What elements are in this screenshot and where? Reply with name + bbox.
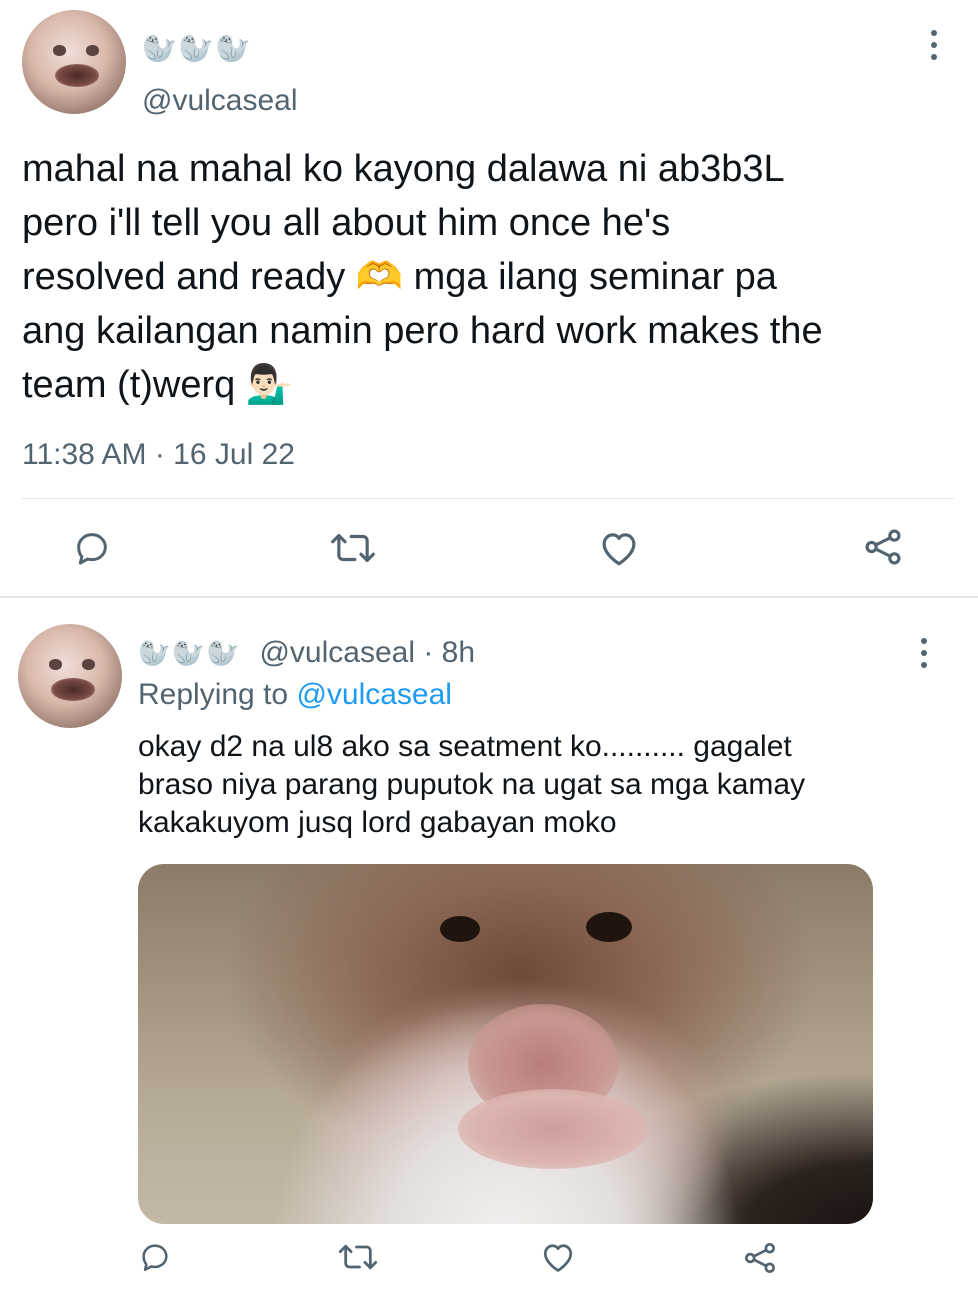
avatar-eye xyxy=(86,45,99,56)
avatar[interactable] xyxy=(22,10,126,114)
reply-header: 🦭🦭🦭 @vulcaseal · 8h xyxy=(138,636,475,670)
avatar-eye xyxy=(53,45,66,56)
reply-display-name[interactable]: 🦭🦭🦭 xyxy=(138,638,241,668)
hamster-eye xyxy=(586,912,632,942)
share-icon[interactable] xyxy=(862,526,904,568)
replying-to: Replying to @vulcaseal xyxy=(138,678,452,712)
more-options-icon[interactable] xyxy=(928,30,940,60)
hamster-photo[interactable] xyxy=(138,864,873,1224)
retweet-icon[interactable] xyxy=(330,528,376,568)
username-handle[interactable]: @vulcaseal xyxy=(142,84,298,118)
avatar-mouth xyxy=(51,678,95,701)
replying-to-label: Replying to xyxy=(138,678,297,711)
tweet-text: mahal na mahal ko kayong dalawa ni ab3b3… xyxy=(22,148,823,406)
hamster-mouth xyxy=(458,1089,648,1169)
reply-text-line: kakakuyom jusq lord gabayan moko xyxy=(138,806,617,839)
reply-icon[interactable] xyxy=(72,528,112,568)
reply-retweet-icon[interactable] xyxy=(338,1240,378,1274)
reply-like-icon[interactable] xyxy=(540,1240,576,1274)
avatar-eye xyxy=(49,659,62,670)
reply-reply-icon[interactable] xyxy=(138,1240,172,1274)
reply-avatar[interactable] xyxy=(18,624,122,728)
avatar-mouth xyxy=(55,64,99,87)
like-icon[interactable] xyxy=(598,528,640,568)
reply-handle-time[interactable]: @vulcaseal · 8h xyxy=(259,636,475,669)
hamster-eye xyxy=(440,916,480,942)
display-name[interactable]: 🦭🦭🦭 xyxy=(142,32,253,65)
avatar-eye xyxy=(82,659,95,670)
replying-to-mention[interactable]: @vulcaseal xyxy=(296,678,452,711)
section-divider xyxy=(0,596,978,598)
reply-share-icon[interactable] xyxy=(742,1240,778,1276)
divider xyxy=(22,498,954,499)
reply-text-line: braso niya parang puputok na ugat sa mga… xyxy=(138,768,806,801)
reply-text-line: okay d2 na ul8 ako sa seatment ko.......… xyxy=(138,730,792,763)
reply-tweet-text: okay d2 na ul8 ako sa seatment ko.......… xyxy=(138,728,938,842)
reply-more-options-icon[interactable] xyxy=(918,638,930,668)
tweet-timestamp[interactable]: 11:38 AM · 16 Jul 22 xyxy=(22,438,295,472)
